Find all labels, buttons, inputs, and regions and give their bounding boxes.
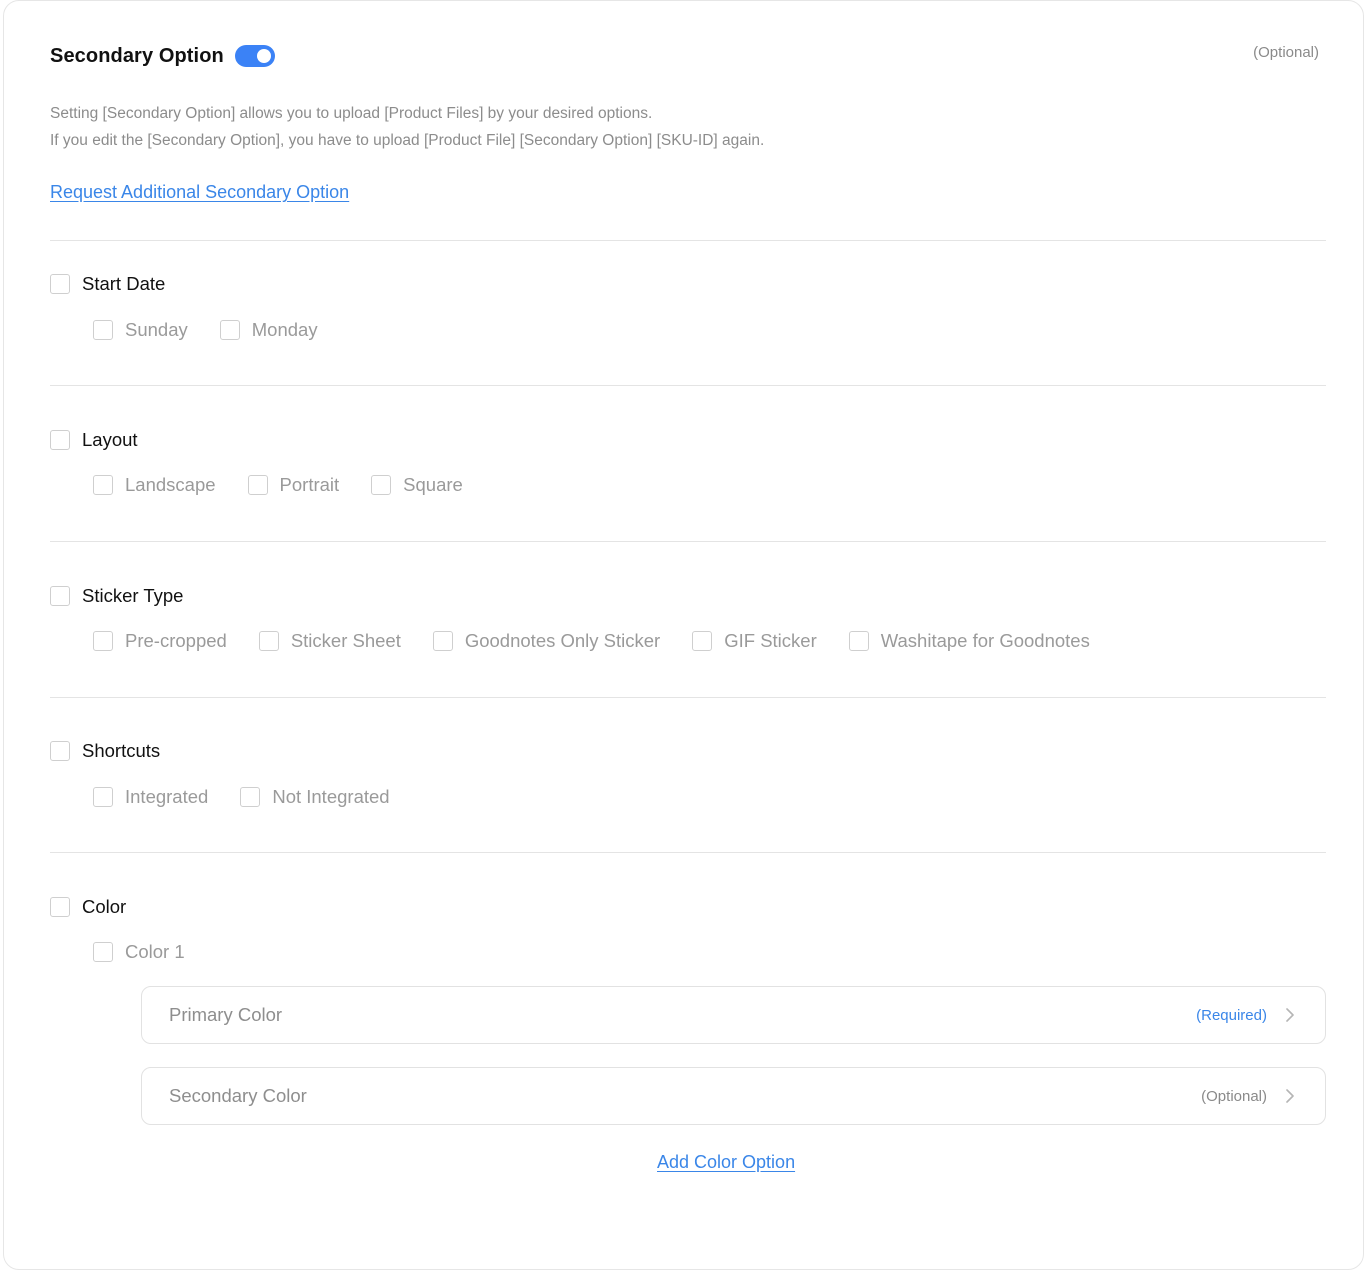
divider <box>50 385 1326 386</box>
option-sticker-sheet[interactable]: Sticker Sheet <box>258 630 401 652</box>
start-date-options: Sunday Monday <box>93 318 350 342</box>
option-label: Integrated <box>125 786 209 807</box>
description-line-2: If you edit the [Secondary Option], you … <box>50 132 765 149</box>
group-checkbox[interactable] <box>50 586 70 606</box>
option-label: Goodnotes Only Sticker <box>464 630 661 651</box>
option-checkbox[interactable] <box>432 631 453 651</box>
optional-tag: (Optional) <box>1201 1087 1267 1105</box>
group-start-date[interactable]: Start Date <box>50 272 165 296</box>
option-label: GIF Sticker <box>724 630 817 651</box>
option-integrated[interactable]: Integrated <box>93 786 208 808</box>
option-checkbox[interactable] <box>93 942 113 962</box>
add-color-option-link[interactable]: Add Color Option <box>657 1152 795 1173</box>
description-line-1: Setting [Secondary Option] allows you to… <box>50 105 653 122</box>
divider <box>50 697 1326 698</box>
option-label: Not Integrated <box>272 786 390 807</box>
option-color-1[interactable]: Color 1 <box>93 941 185 963</box>
option-checkbox[interactable] <box>371 475 392 495</box>
group-shortcuts[interactable]: Shortcuts <box>50 739 160 763</box>
option-checkbox[interactable] <box>93 631 113 651</box>
group-checkbox[interactable] <box>50 741 70 761</box>
option-not-integrated[interactable]: Not Integrated <box>240 786 390 808</box>
shortcuts-options: Integrated Not Integrated <box>93 785 422 809</box>
option-checkbox[interactable] <box>219 320 240 340</box>
option-label: Pre-cropped <box>125 630 227 651</box>
option-label: Square <box>403 474 463 495</box>
option-checkbox[interactable] <box>247 475 268 495</box>
group-checkbox[interactable] <box>50 274 70 294</box>
color-field-label: Secondary Color <box>169 1085 307 1106</box>
option-label: Monday <box>251 319 318 340</box>
chevron-right-icon <box>1285 1008 1295 1022</box>
option-label: Sticker Sheet <box>290 630 401 651</box>
divider <box>50 541 1326 542</box>
option-checkbox[interactable] <box>692 631 713 651</box>
group-checkbox[interactable] <box>50 430 70 450</box>
group-label: Start Date <box>82 273 166 294</box>
section-header: Secondary Option <box>50 41 275 71</box>
option-portrait[interactable]: Portrait <box>247 474 340 496</box>
group-label: Layout <box>82 429 138 450</box>
option-landscape[interactable]: Landscape <box>93 474 216 496</box>
option-label: Sunday <box>125 319 188 340</box>
divider <box>50 240 1326 241</box>
option-gif-sticker[interactable]: GIF Sticker <box>692 630 817 652</box>
divider <box>50 852 1326 853</box>
option-checkbox[interactable] <box>93 320 113 340</box>
option-square[interactable]: Square <box>371 474 463 496</box>
secondary-option-toggle[interactable] <box>234 45 275 67</box>
group-checkbox[interactable] <box>50 897 70 917</box>
optional-label: (Optional) <box>1253 44 1319 61</box>
color-options: Color 1 <box>93 940 217 964</box>
sticker-type-options: Pre-cropped Sticker Sheet Goodnotes Only… <box>93 629 1122 653</box>
group-label: Color <box>82 896 127 917</box>
group-label: Sticker Type <box>82 585 184 606</box>
chevron-right-icon <box>1285 1089 1295 1103</box>
primary-color-field[interactable]: Primary Color (Required) <box>141 986 1326 1044</box>
option-monday[interactable]: Monday <box>219 319 318 341</box>
option-washitape-for-goodnotes[interactable]: Washitape for Goodnotes <box>848 630 1090 652</box>
option-checkbox[interactable] <box>848 631 869 651</box>
option-checkbox[interactable] <box>258 631 279 651</box>
color-field-label: Primary Color <box>169 1004 283 1025</box>
option-checkbox[interactable] <box>93 787 113 807</box>
option-sunday[interactable]: Sunday <box>93 319 188 341</box>
group-sticker-type[interactable]: Sticker Type <box>50 584 183 608</box>
secondary-color-field[interactable]: Secondary Color (Optional) <box>141 1067 1326 1125</box>
option-label: Color 1 <box>125 941 185 962</box>
description: Setting [Secondary Option] allows you to… <box>50 100 764 154</box>
option-checkbox[interactable] <box>240 787 261 807</box>
request-additional-option-link[interactable]: Request Additional Secondary Option <box>50 182 349 203</box>
option-checkbox[interactable] <box>93 475 113 495</box>
group-label: Shortcuts <box>82 740 161 761</box>
option-goodnotes-only-sticker[interactable]: Goodnotes Only Sticker <box>432 630 661 652</box>
option-label: Washitape for Goodnotes <box>880 630 1090 651</box>
toggle-knob <box>256 49 271 63</box>
option-label: Landscape <box>125 474 216 495</box>
layout-options: Landscape Portrait Square <box>93 473 495 497</box>
group-layout[interactable]: Layout <box>50 428 138 452</box>
option-pre-cropped[interactable]: Pre-cropped <box>93 630 227 652</box>
required-tag: (Required) <box>1196 1006 1267 1024</box>
section-title: Secondary Option <box>50 44 224 67</box>
option-label: Portrait <box>279 474 340 495</box>
group-color[interactable]: Color <box>50 895 126 919</box>
secondary-option-card: Secondary Option (Optional) Setting [Sec… <box>3 0 1364 1270</box>
